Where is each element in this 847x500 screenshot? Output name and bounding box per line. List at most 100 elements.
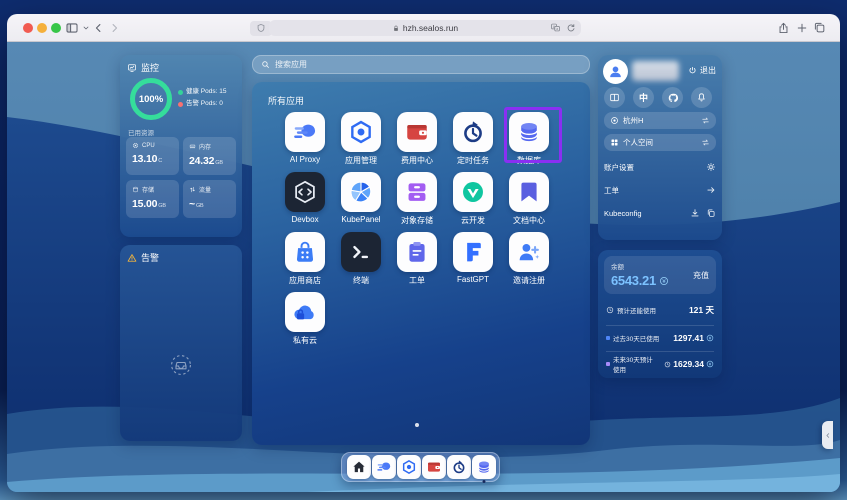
app-search[interactable] [252,55,590,74]
dock-cost-center[interactable] [422,455,446,479]
healthy-dot [178,90,183,95]
minimize-window-button[interactable] [37,23,47,33]
dock [341,452,500,482]
dock-cronjob[interactable] [447,455,471,479]
traffic-usage-card: 流量 ~GB [183,180,236,218]
app-label: 应用商店 [289,275,321,286]
app-cost-center[interactable]: 费用中心 [389,112,445,172]
shield-icon [256,23,266,33]
app-app-store[interactable]: 应用商店 [277,232,333,292]
forward-icon[interactable] [109,22,120,34]
swap-icon [701,138,710,147]
app-devbox[interactable]: Devbox [277,172,333,232]
clock-icon [606,306,614,314]
browser-window: hzh.sealos.run Aa [7,14,840,492]
app-database[interactable]: 数据库 [501,112,557,172]
app-cloud-dev[interactable]: 云开发 [445,172,501,232]
app-label: 对象存储 [401,215,433,226]
zoom-window-button[interactable] [51,23,61,33]
cronjob-app-icon [453,112,493,152]
chevron-down-icon[interactable] [82,24,90,32]
github-button[interactable] [662,87,683,108]
purple-bullet [606,362,610,366]
app-label: 应用管理 [345,155,377,166]
close-window-button[interactable] [23,23,33,33]
app-label: 定时任务 [457,155,489,166]
docs-button[interactable] [604,87,625,108]
page-indicator-dot [415,423,419,427]
app-label: 终端 [353,275,369,286]
translate-icon[interactable]: Aa [550,22,561,33]
divider [606,351,714,352]
app-label: 工单 [409,275,425,286]
app-label: 数据库 [517,155,541,166]
app-label: 费用中心 [401,155,433,166]
new-tab-icon[interactable] [796,22,808,34]
app-launchpad-app-icon [341,112,381,152]
address-bar[interactable]: hzh.sealos.run Aa [269,20,581,36]
app-kubepanel[interactable]: KubePanel [333,172,389,232]
app-terminal[interactable]: 终端 [333,232,389,292]
cost-center-app-icon [397,112,437,152]
dock-ai-proxy[interactable] [372,455,396,479]
dock-home[interactable] [347,455,371,479]
app-grid: AI Proxy 应用管理 费用中心 定时任务 数据库 DevboxKubePanel 对象… [277,112,557,352]
resources-title: 已用资源 [128,127,154,137]
legend-alert-pods: 告警 Pods: 0 [178,98,226,110]
app-launcher-panel: 所有应用 AI Proxy应用管理费用中心定时任务数据库DevboxKubePa… [252,82,590,445]
copy-icon[interactable] [706,208,716,218]
work-order-row[interactable]: 工单 [604,181,716,199]
region-switcher[interactable]: 杭州H [604,112,716,129]
remaining-days-row: 预计还能使用 121 天 [606,301,714,319]
gear-icon [706,162,716,172]
dock-database[interactable] [472,455,496,479]
download-icon[interactable] [690,208,700,218]
logout-button[interactable]: 退出 [688,65,716,76]
notifications-button[interactable] [691,87,712,108]
svg-text:a: a [556,27,558,31]
app-store-app-icon [285,232,325,272]
sidebar-toggle-icon[interactable] [65,21,79,35]
recharge-button[interactable]: 充值 [693,270,709,281]
app-app-launchpad[interactable]: 应用管理 [333,112,389,172]
back-icon[interactable] [93,22,104,34]
app-invite[interactable]: 邀请注册 [501,232,557,292]
cloud-dev-app-icon [453,172,493,212]
app-fastgpt[interactable]: FastGPT [445,232,501,292]
collapse-handle[interactable] [822,421,833,449]
storage-usage-card: 存储 15.00GB [126,180,179,218]
share-icon[interactable] [777,21,790,35]
app-ai-proxy[interactable]: AI Proxy [277,112,333,172]
book-icon [609,92,620,103]
reload-icon[interactable] [566,23,576,33]
terminal-app-icon [341,232,381,272]
power-icon [688,66,697,75]
app-object-storage[interactable]: 对象存储 [389,172,445,232]
lock-icon [392,24,400,33]
dock-app-launchpad[interactable] [397,455,421,479]
arrow-right-icon [706,185,716,195]
legend-healthy-pods: 健康 Pods: 15 [178,86,226,98]
workspace-switcher[interactable]: 个人空间 [604,134,716,151]
app-doc-center[interactable]: 文档中心 [501,172,557,232]
divider [606,325,714,326]
ai-proxy-app-icon [285,112,325,152]
past-30d-row: 过去30天已使用 1297.41 [606,329,714,347]
search-input[interactable] [275,60,581,69]
app-label: 云开发 [461,215,485,226]
account-settings-row[interactable]: 账户设置 [604,158,716,176]
app-private-cloud[interactable]: 私有云 [277,292,333,352]
tab-overview-icon[interactable] [813,21,826,34]
language-button[interactable]: 中 [633,87,654,108]
kubeconfig-row[interactable]: Kubeconfig [604,204,716,222]
cpu-usage-card: CPU 13.10C [126,137,179,175]
sealos-desktop: 监控 100% 健康 Pods: 15 告警 Pods: 0 已用资源 CPU … [7,42,840,492]
account-panel: 退出 中 杭州H 个人空间 [598,55,722,240]
avatar[interactable] [603,59,628,84]
app-work-order[interactable]: 工单 [389,232,445,292]
database-app-icon [509,112,549,152]
balance-value: 6543.21 [611,273,656,288]
app-label: AI Proxy [290,155,320,164]
url-text: hzh.sealos.run [403,23,458,33]
app-cronjob[interactable]: 定时任务 [445,112,501,172]
